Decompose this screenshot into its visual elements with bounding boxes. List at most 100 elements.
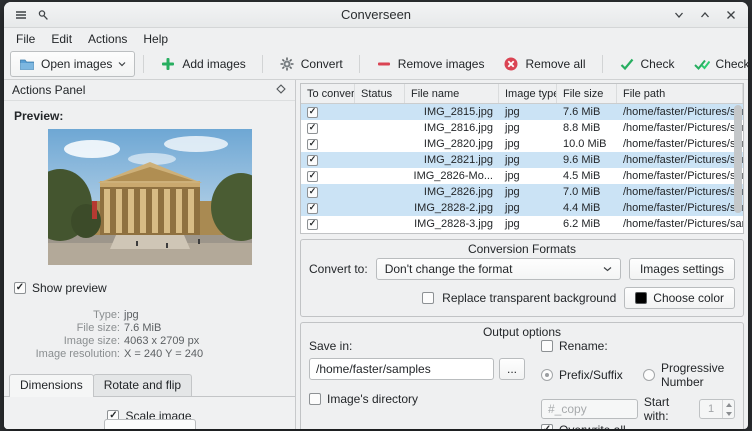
check-all-icon bbox=[694, 56, 710, 72]
row-checkbox[interactable] bbox=[307, 107, 318, 118]
spin-up-icon[interactable] bbox=[723, 400, 734, 409]
scale-widget-partial[interactable] bbox=[104, 419, 196, 429]
output-options-title: Output options bbox=[301, 325, 743, 339]
minimize-icon[interactable] bbox=[672, 8, 686, 22]
table-row[interactable]: IMG_2828-3.jpg jpg 6.2 MiB /home/faster/… bbox=[301, 216, 743, 232]
tab-dimensions[interactable]: Dimensions bbox=[9, 374, 94, 397]
format-selected-value: Don't change the format bbox=[385, 262, 513, 276]
start-with-value: 1 bbox=[700, 400, 722, 418]
cell-file-name: IMG_2826.jpg bbox=[405, 184, 499, 200]
remove-all-button[interactable]: Remove all bbox=[495, 52, 593, 76]
images-directory-checkbox[interactable] bbox=[309, 393, 321, 405]
output-options-group: Output options Save in: ... Image's dire… bbox=[300, 322, 744, 429]
meta-label: Image size: bbox=[4, 335, 120, 348]
col-image-type[interactable]: Image type bbox=[499, 84, 557, 103]
dimensions-tab-content: Scale image bbox=[4, 397, 295, 429]
replace-transparent-bg-label: Replace transparent background bbox=[442, 291, 616, 305]
replace-transparent-bg-checkbox[interactable] bbox=[422, 292, 434, 304]
check-button[interactable]: Check bbox=[611, 52, 683, 76]
cell-file-name: IMG_2815.jpg bbox=[405, 104, 499, 120]
meta-value: jpg bbox=[124, 309, 139, 322]
cell-status bbox=[355, 120, 405, 136]
scrollbar-thumb[interactable] bbox=[734, 105, 742, 213]
conversion-formats-title: Conversion Formats bbox=[301, 242, 743, 256]
cell-file-path: /home/faster/Pictures/samples bbox=[617, 200, 743, 216]
images-directory-label: Image's directory bbox=[327, 392, 418, 406]
menu-edit[interactable]: Edit bbox=[43, 30, 80, 48]
maximize-icon[interactable] bbox=[698, 8, 712, 22]
panel-float-icon[interactable] bbox=[275, 83, 287, 98]
progressive-number-radio[interactable] bbox=[643, 369, 655, 381]
conversion-formats-group: Conversion Formats Convert to: Don't cha… bbox=[300, 239, 744, 317]
close-icon[interactable] bbox=[724, 8, 738, 22]
table-row[interactable]: IMG_2815.jpg jpg 7.6 MiB /home/faster/Pi… bbox=[301, 104, 743, 120]
open-images-button[interactable]: Open images bbox=[10, 51, 135, 77]
remove-all-icon bbox=[503, 56, 519, 72]
menu-file[interactable]: File bbox=[8, 30, 43, 48]
save-path-input[interactable] bbox=[309, 358, 494, 380]
row-checkbox[interactable] bbox=[307, 123, 318, 134]
col-status[interactable]: Status bbox=[355, 84, 405, 103]
cell-file-name: IMG_2828-2.jpg bbox=[405, 200, 499, 216]
chevron-down-icon bbox=[603, 266, 612, 272]
spin-down-icon[interactable] bbox=[723, 409, 734, 418]
row-checkbox[interactable] bbox=[307, 203, 318, 214]
col-to-convert[interactable]: To convert bbox=[301, 84, 355, 103]
row-checkbox[interactable] bbox=[307, 171, 318, 182]
show-preview-checkbox[interactable] bbox=[14, 282, 26, 294]
rename-checkbox[interactable] bbox=[541, 340, 553, 352]
col-file-name[interactable]: File name bbox=[405, 84, 499, 103]
meta-label: Image resolution: bbox=[4, 348, 120, 361]
rename-pattern-input[interactable] bbox=[541, 399, 638, 419]
cell-file-path: /home/faster/Pictures/samples bbox=[617, 168, 743, 184]
cell-file-size: 7.0 MiB bbox=[557, 184, 617, 200]
menu-actions[interactable]: Actions bbox=[80, 30, 135, 48]
cell-image-type: jpg bbox=[499, 152, 557, 168]
col-file-size[interactable]: File size bbox=[557, 84, 617, 103]
row-checkbox[interactable] bbox=[307, 219, 318, 230]
add-images-button[interactable]: Add images bbox=[152, 52, 253, 76]
format-select[interactable]: Don't change the format bbox=[376, 258, 621, 280]
browse-button[interactable]: ... bbox=[499, 358, 525, 380]
table-scrollbar[interactable] bbox=[734, 105, 742, 231]
overwrite-all-checkbox[interactable] bbox=[541, 424, 553, 429]
cell-status bbox=[355, 152, 405, 168]
cell-image-type: jpg bbox=[499, 104, 557, 120]
table-row[interactable]: IMG_2821.jpg jpg 9.6 MiB /home/faster/Pi… bbox=[301, 152, 743, 168]
start-with-spinner[interactable]: 1 bbox=[699, 399, 735, 419]
title-bar[interactable]: Converseen bbox=[4, 2, 748, 28]
cell-file-size: 6.2 MiB bbox=[557, 216, 617, 232]
remove-images-button[interactable]: Remove images bbox=[368, 52, 493, 76]
prefix-suffix-radio[interactable] bbox=[541, 369, 553, 381]
cell-file-name: IMG_2820.jpg bbox=[405, 136, 499, 152]
row-checkbox[interactable] bbox=[307, 139, 318, 150]
save-in-label: Save in: bbox=[309, 339, 525, 353]
convert-button[interactable]: Convert bbox=[271, 52, 351, 76]
cell-image-type: jpg bbox=[499, 136, 557, 152]
menu-help[interactable]: Help bbox=[135, 30, 176, 48]
table-row[interactable]: IMG_2816.jpg jpg 8.8 MiB /home/faster/Pi… bbox=[301, 120, 743, 136]
choose-color-button[interactable]: Choose color bbox=[624, 287, 735, 309]
preview-image bbox=[48, 129, 252, 265]
meta-label: Type: bbox=[4, 309, 120, 322]
tab-rotate-flip[interactable]: Rotate and flip bbox=[93, 374, 192, 396]
chevron-down-icon bbox=[118, 61, 126, 67]
col-file-path[interactable]: File path bbox=[617, 84, 743, 103]
table-row[interactable]: IMG_2826.jpg jpg 7.0 MiB /home/faster/Pi… bbox=[301, 184, 743, 200]
table-row[interactable]: IMG_2828-2.jpg jpg 4.4 MiB /home/faster/… bbox=[301, 200, 743, 216]
cell-status bbox=[355, 136, 405, 152]
check-all-button[interactable]: Check all bbox=[686, 52, 748, 76]
preview-label: Preview: bbox=[14, 109, 285, 123]
cell-status bbox=[355, 184, 405, 200]
table-row[interactable]: IMG_2826-Mo... jpg 4.5 MiB /home/faster/… bbox=[301, 168, 743, 184]
window-title: Converseen bbox=[4, 7, 748, 22]
cell-file-size: 4.4 MiB bbox=[557, 200, 617, 216]
images-settings-button[interactable]: Images settings bbox=[629, 258, 735, 280]
row-checkbox[interactable] bbox=[307, 155, 318, 166]
toolbar-separator bbox=[359, 55, 360, 73]
cell-file-path: /home/faster/Pictures/samples bbox=[617, 184, 743, 200]
color-swatch bbox=[635, 292, 647, 304]
table-row[interactable]: IMG_2820.jpg jpg 10.0 MiB /home/faster/P… bbox=[301, 136, 743, 152]
row-checkbox[interactable] bbox=[307, 187, 318, 198]
app-window: Converseen File Edit Actions Help bbox=[4, 2, 748, 429]
